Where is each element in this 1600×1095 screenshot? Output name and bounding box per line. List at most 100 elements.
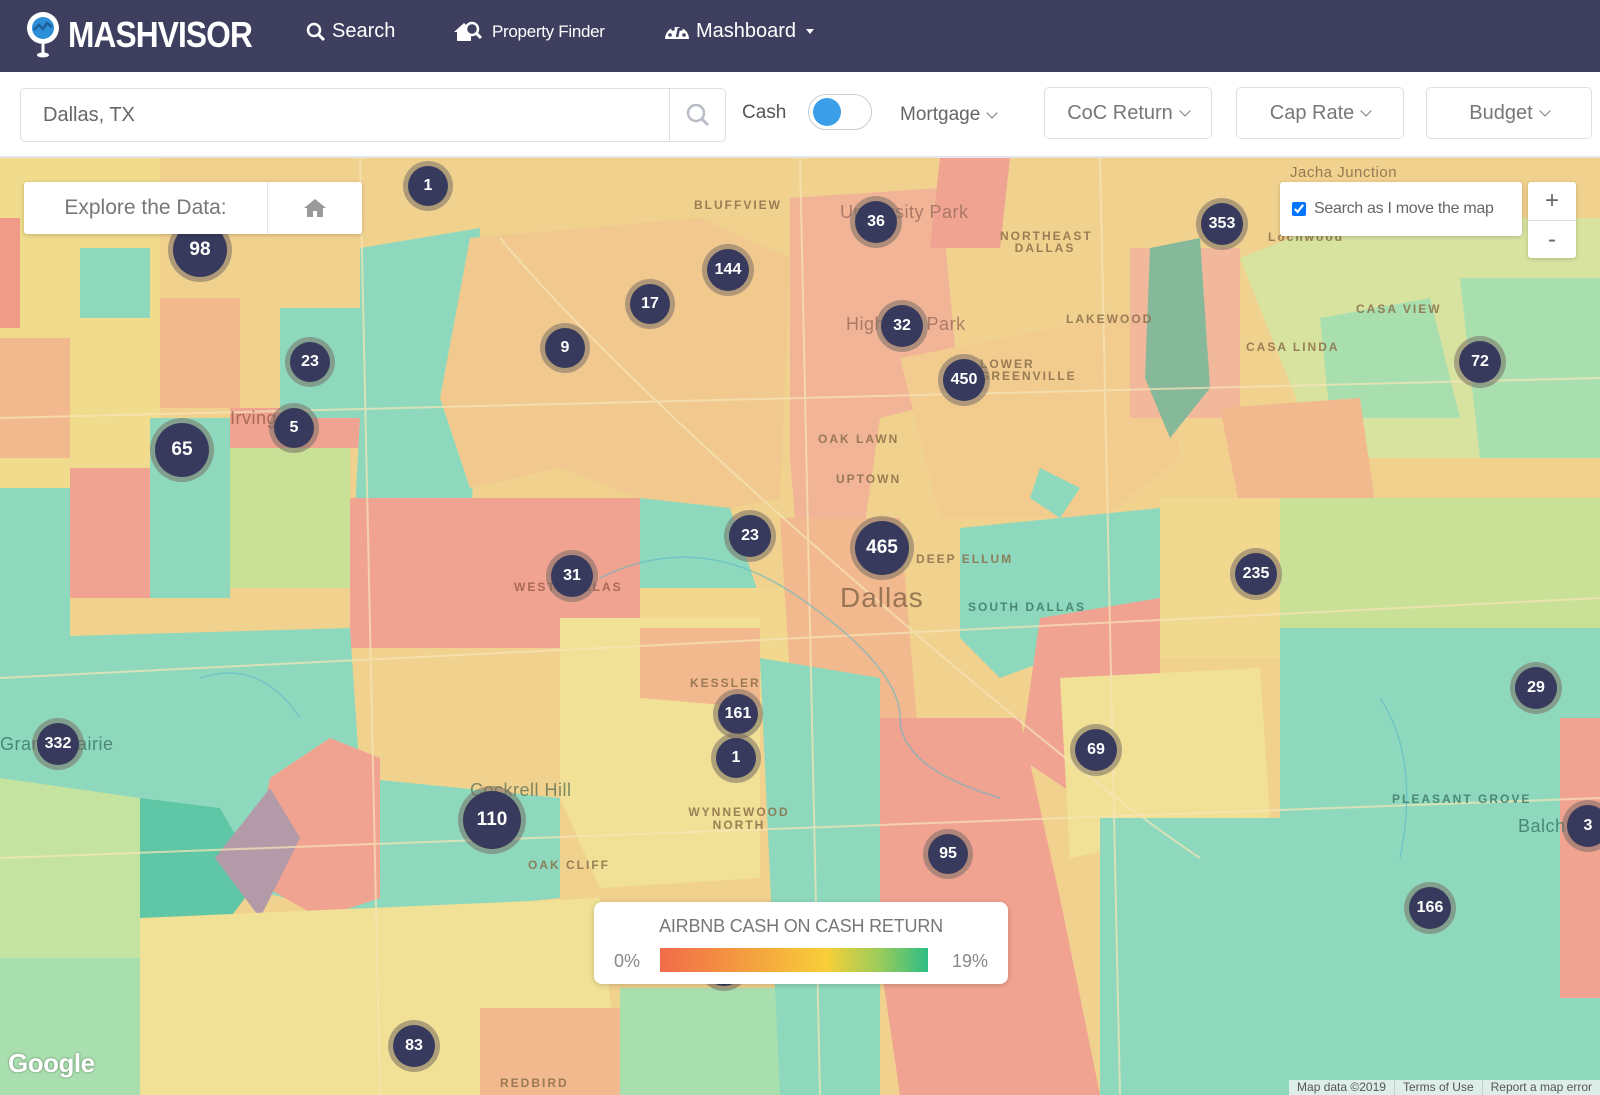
cluster-count: 166 (1409, 887, 1451, 929)
property-cluster[interactable]: 1 (711, 733, 761, 783)
mashvisor-logo[interactable]: MASHVISOR (24, 10, 277, 60)
property-cluster[interactable]: 83 (388, 1020, 440, 1072)
property-cluster[interactable]: 450 (938, 354, 990, 406)
cluster-count: 235 (1235, 553, 1277, 595)
chevron-down-icon (1539, 105, 1551, 117)
property-cluster[interactable]: 110 (458, 786, 526, 854)
cash-mortgage-toggle[interactable] (808, 94, 872, 130)
brand-name: MASHVISOR (68, 14, 253, 55)
cluster-count: 17 (630, 284, 670, 324)
legend-color-scale (660, 948, 928, 972)
search-as-move-label: Search as I move the map (1314, 200, 1494, 217)
explore-data-label: Explore the Data: (24, 182, 268, 234)
property-cluster[interactable]: 65 (150, 418, 214, 482)
mortgage-label: Mortgage (900, 104, 981, 125)
property-cluster[interactable]: 166 (1404, 882, 1456, 934)
map-label: KESSLER (690, 676, 761, 690)
property-cluster[interactable]: 235 (1230, 548, 1282, 600)
map-label: LOWER GREENVILLE (980, 357, 1077, 383)
property-cluster[interactable]: 353 (1196, 198, 1248, 250)
property-cluster[interactable]: 32 (876, 300, 928, 352)
nav-search[interactable]: Search (306, 20, 395, 43)
cluster-count: 95 (928, 834, 968, 874)
cluster-count: 450 (943, 359, 985, 401)
property-cluster[interactable]: 332 (32, 718, 84, 770)
property-cluster[interactable]: 31 (546, 550, 598, 602)
home-icon (304, 199, 326, 217)
terms-of-use-link[interactable]: Terms of Use (1393, 1080, 1482, 1095)
map-label: NORTHEAST DALLAS (1000, 229, 1093, 255)
property-cluster[interactable]: 23 (724, 510, 776, 562)
property-cluster[interactable]: 1 (403, 161, 453, 211)
nav-mashboard[interactable]: Mashboard (664, 20, 815, 43)
map-label: CASA LINDA (1246, 340, 1340, 354)
map-label: REDBIRD (500, 1076, 569, 1090)
property-cluster[interactable]: 465 (850, 516, 914, 580)
property-cluster[interactable]: 5 (269, 403, 319, 453)
chevron-down-icon (1360, 105, 1372, 117)
search-as-move-checkbox[interactable] (1292, 202, 1306, 216)
budget-filter[interactable]: Budget (1426, 87, 1592, 139)
property-cluster[interactable]: 72 (1454, 336, 1506, 388)
map-label: SOUTH DALLAS (968, 600, 1086, 614)
map-label: BLUFFVIEW (694, 198, 782, 212)
zoom-out-button[interactable]: - (1528, 220, 1576, 258)
property-cluster[interactable]: 23 (285, 337, 335, 387)
map-label: CASA VIEW (1356, 302, 1442, 316)
nav-property-finder[interactable]: Property Finder (452, 20, 605, 44)
map-label: UPTOWN (836, 472, 902, 486)
explore-data-panel: Explore the Data: (24, 182, 362, 234)
property-cluster[interactable]: 69 (1070, 724, 1122, 776)
property-cluster[interactable]: 17 (625, 279, 675, 329)
cap-rate-label: Cap Rate (1269, 101, 1355, 124)
top-navbar: MASHVISOR Search Property Finder Mashboa… (0, 0, 1600, 72)
cluster-count: 65 (155, 423, 209, 477)
cluster-count: 23 (729, 515, 771, 557)
location-search-button[interactable] (669, 89, 725, 141)
logo-pin-icon (24, 10, 62, 60)
cap-rate-filter[interactable]: Cap Rate (1236, 87, 1404, 139)
map-legend: AIRBNB CASH ON CASH RETURN 0% 19% (594, 902, 1008, 984)
home-button[interactable] (268, 182, 362, 234)
legend-title: AIRBNB CASH ON CASH RETURN (659, 916, 943, 936)
coc-return-filter[interactable]: CoC Return (1044, 87, 1212, 139)
mortgage-dropdown[interactable]: Mortgage (900, 104, 998, 126)
cluster-count: 3 (1567, 805, 1600, 847)
cluster-count: 32 (881, 305, 923, 347)
chevron-down-icon (986, 107, 998, 119)
map-label: WYNNEWOOD NORTH (688, 805, 790, 832)
property-cluster[interactable]: 95 (923, 829, 973, 879)
map-label: DEEP ELLUM (916, 552, 1014, 566)
cluster-count: 72 (1459, 341, 1501, 383)
location-search (20, 88, 726, 142)
map-data-text: Map data ©2019 (1297, 1080, 1386, 1094)
property-cluster[interactable]: 29 (1510, 662, 1562, 714)
search-as-move-control[interactable]: Search as I move the map (1280, 182, 1522, 236)
property-cluster[interactable]: 161 (713, 689, 763, 739)
cluster-count: 31 (551, 555, 593, 597)
google-logo: Google (8, 1048, 95, 1078)
map-label: Dallas (840, 582, 924, 613)
cluster-count: 161 (718, 694, 758, 734)
map-attribution: Map data ©2019 Terms of Use Report a map… (1289, 1080, 1600, 1095)
cluster-count: 23 (290, 342, 330, 382)
property-cluster[interactable]: 9 (540, 323, 590, 373)
nav-search-label: Search (332, 20, 396, 42)
cluster-count: 465 (855, 521, 909, 575)
report-map-error-link[interactable]: Report a map error (1481, 1080, 1600, 1095)
legend-min: 0% (614, 951, 641, 971)
cluster-count: 1 (716, 738, 756, 778)
property-cluster[interactable]: 144 (702, 244, 754, 296)
property-cluster[interactable]: 36 (850, 196, 902, 248)
filter-toolbar: Cash Mortgage CoC Return Cap Rate Budget (0, 72, 1600, 158)
coc-return-label: CoC Return (1067, 101, 1173, 124)
heatmap-map[interactable]: BLUFFVIEW NORTHEAST DALLAS LAKEWOOD CASA… (0, 158, 1600, 1095)
cluster-count: 332 (37, 723, 79, 765)
nav-mashboard-label: Mashboard (696, 20, 797, 42)
cluster-count: 36 (855, 201, 897, 243)
location-search-input[interactable] (21, 89, 669, 141)
zoom-in-button[interactable]: + (1528, 182, 1576, 220)
map-label: PLEASANT GROVE (1392, 792, 1532, 806)
map-label: OAK LAWN (818, 432, 900, 446)
cash-label: Cash (742, 102, 787, 123)
